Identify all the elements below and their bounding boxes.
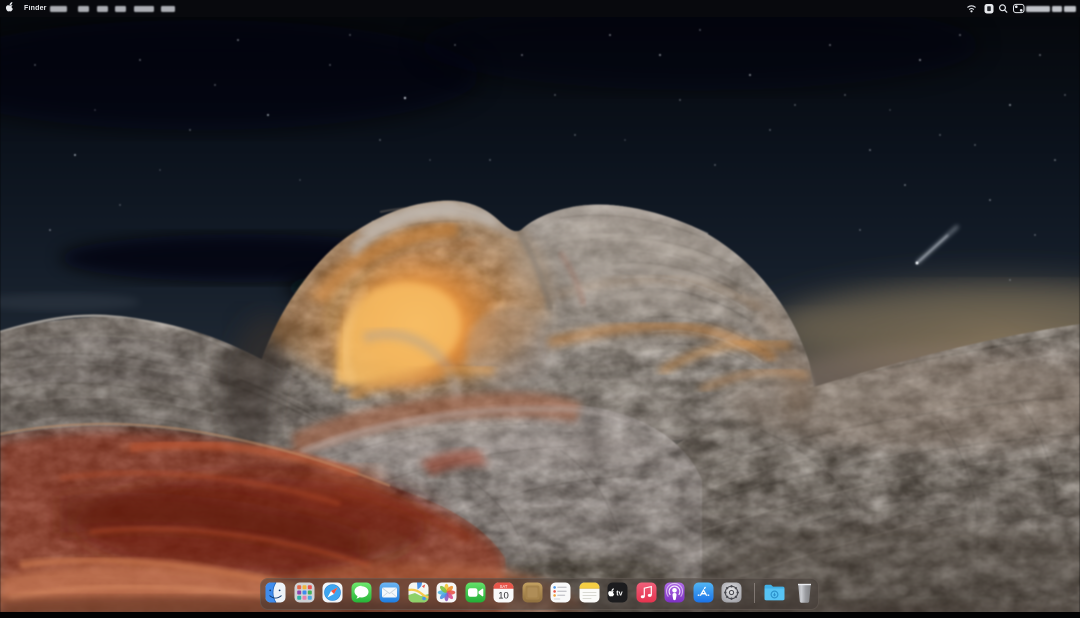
- svg-text:tv: tv: [616, 589, 622, 598]
- svg-text:10: 10: [498, 591, 509, 602]
- svg-text:SAT: SAT: [500, 584, 508, 589]
